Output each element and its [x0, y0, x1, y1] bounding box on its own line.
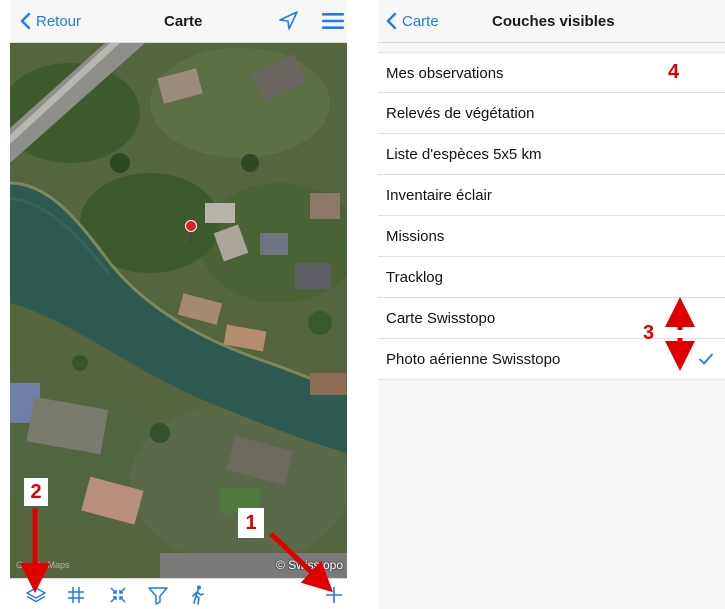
map-watermark: Google Maps: [16, 560, 70, 570]
walker-icon[interactable]: [186, 584, 210, 606]
filter-icon[interactable]: [146, 584, 170, 606]
back-label: Retour: [36, 12, 82, 30]
annotation-4: 4: [668, 61, 680, 83]
annotation-1: 1: [238, 508, 264, 538]
back-label: Carte: [402, 12, 439, 30]
layer-label: Tracklog: [386, 269, 443, 286]
map-nav-bar: Retour Carte: [10, 0, 347, 43]
layer-row-selected[interactable]: Photo aérienne Swisstopo: [378, 339, 725, 380]
hamburger-menu-icon[interactable]: [321, 11, 345, 31]
layer-row[interactable]: Inventaire éclair: [378, 175, 725, 216]
annotation-2: 2: [24, 478, 48, 506]
layer-label: Carte Swisstopo: [386, 310, 496, 327]
location-arrow-icon[interactable]: [276, 9, 300, 33]
layer-label: Liste d'espèces 5x5 km: [386, 146, 542, 163]
annotation-3: 3: [643, 322, 655, 344]
layer-label: Mes observations: [386, 65, 504, 82]
layer-label: Inventaire éclair: [386, 187, 492, 204]
collapse-icon[interactable]: [106, 584, 130, 606]
layer-label: Missions: [386, 228, 445, 245]
layer-row[interactable]: Carte Swisstopo: [378, 298, 725, 339]
map-copyright: © Swisstopo: [276, 558, 343, 572]
location-pin-icon[interactable]: [185, 220, 197, 232]
layer-label: Relevés de végétation: [386, 105, 535, 122]
layer-row[interactable]: Missions: [378, 216, 725, 257]
page-title: Carte: [164, 13, 203, 30]
chevron-left-icon: [20, 12, 31, 30]
back-button[interactable]: Retour: [16, 11, 81, 31]
layer-label: Photo aérienne Swisstopo: [386, 351, 561, 368]
layer-row[interactable]: Relevés de végétation: [378, 93, 725, 134]
layer-row[interactable]: Liste d'espèces 5x5 km: [378, 134, 725, 175]
map-toolbar: [10, 578, 347, 609]
back-to-map-button[interactable]: Carte: [382, 11, 439, 31]
aerial-map[interactable]: Google Maps © Swisstopo: [10, 43, 347, 578]
visible-layers-screen: Carte Couches visibles Mes observations …: [378, 0, 725, 609]
layer-row[interactable]: Tracklog: [378, 257, 725, 298]
grid-icon[interactable]: [64, 584, 88, 606]
layers-nav-bar: Carte Couches visibles: [378, 0, 725, 43]
layers-list: Mes observations Relevés de végétation L…: [378, 52, 725, 380]
chevron-left-icon: [386, 12, 397, 30]
page-title: Couches visibles: [492, 13, 615, 30]
layers-icon[interactable]: [24, 584, 48, 606]
map-screen: Retour Carte Google Maps © Swisstopo: [10, 0, 347, 609]
aerial-photo: [10, 43, 347, 578]
plus-icon[interactable]: [322, 584, 346, 606]
checkmark-icon: [699, 353, 713, 365]
